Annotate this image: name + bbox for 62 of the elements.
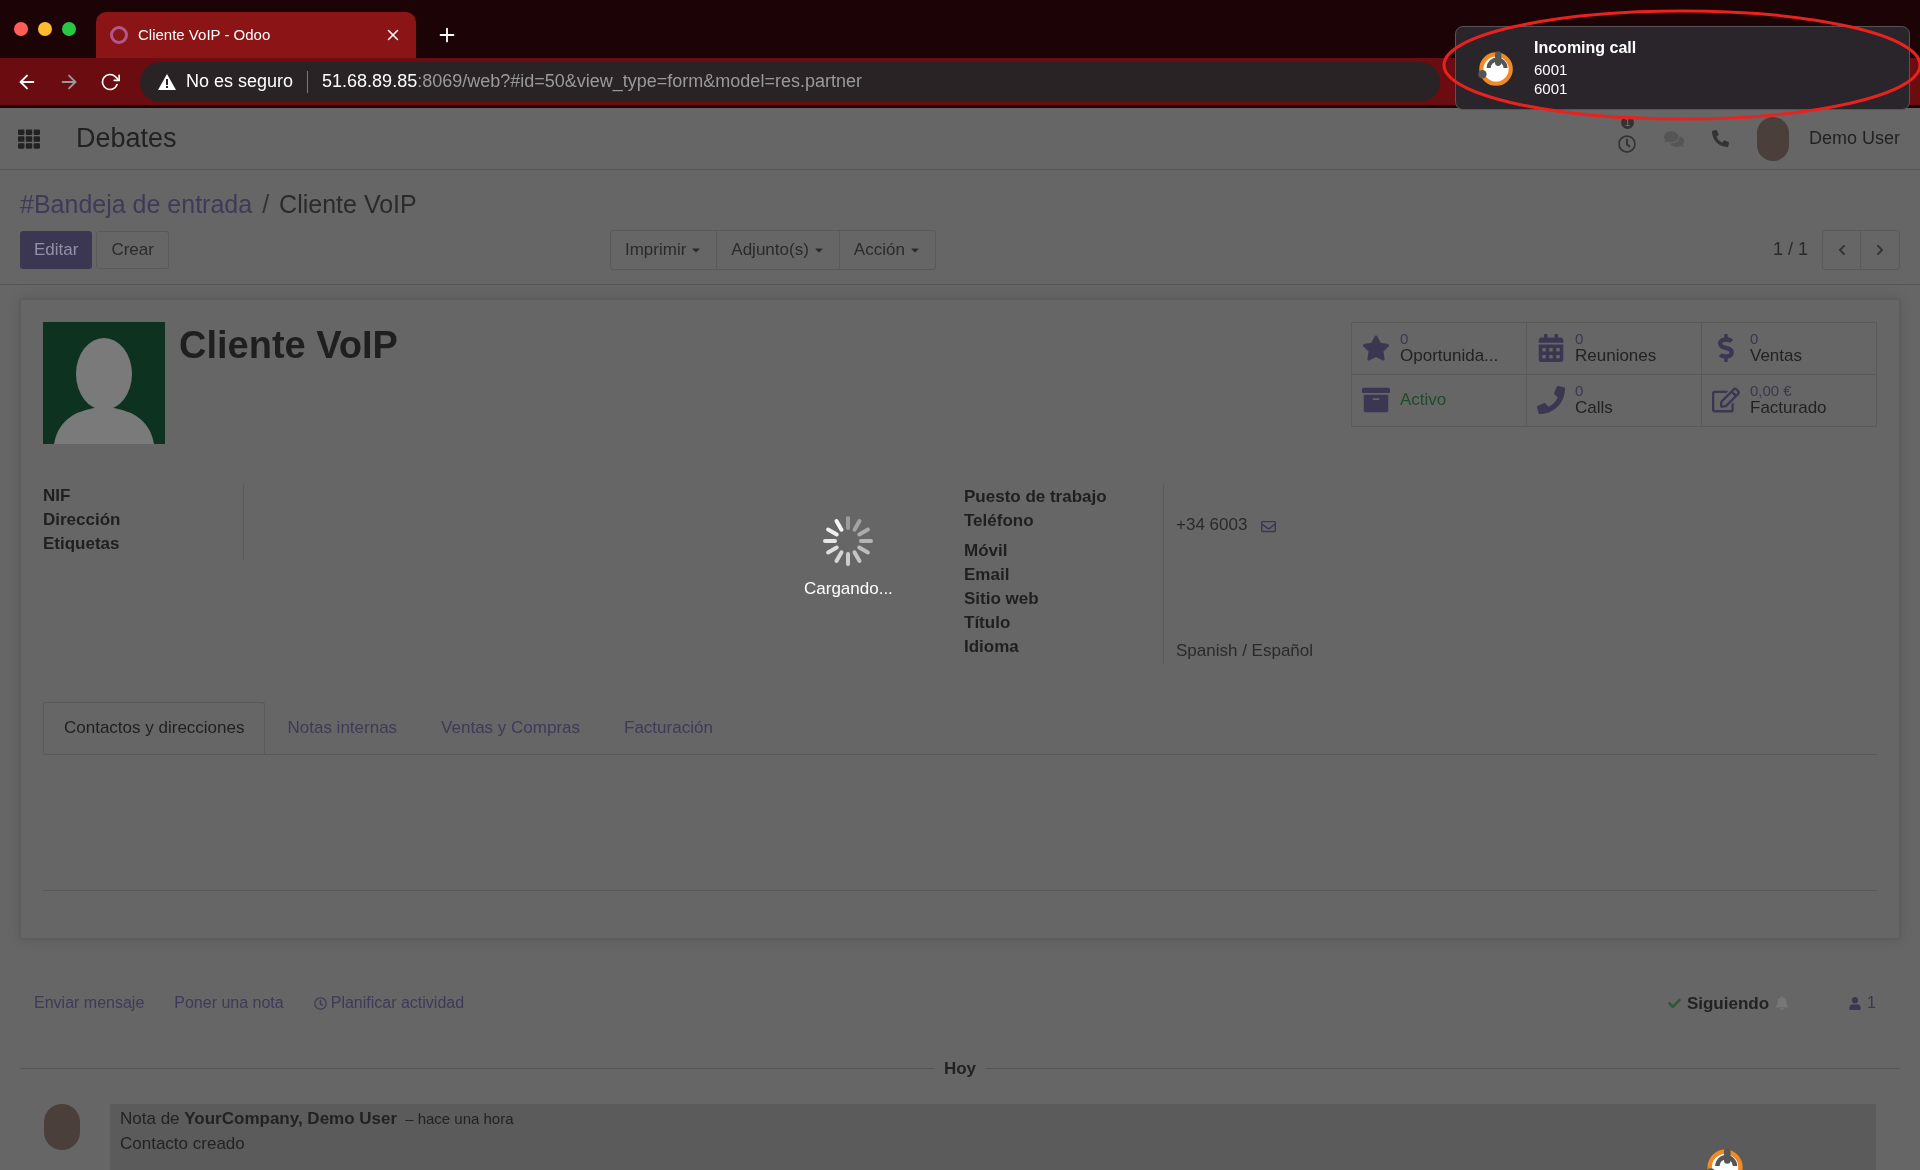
url-text: 51.68.89.85:8069/web?#id=50&view_type=form&model=res.partner (322, 70, 862, 94)
warning-icon (158, 73, 176, 90)
loading-text: Cargando... (804, 577, 893, 600)
field-label: Idioma (964, 635, 1020, 658)
app-title: Debates (76, 122, 177, 156)
email-icon[interactable] (1261, 518, 1277, 534)
breadcrumb-item: Cliente VoIP (279, 189, 417, 220)
date-separator: Hoy (943, 1058, 977, 1080)
followers-icon[interactable] (1849, 996, 1862, 1010)
smart-button[interactable]: Activo (1352, 374, 1527, 427)
security-label: No es seguro (186, 70, 294, 93)
check-icon (1667, 996, 1681, 1010)
field-value: +34 6003 (1176, 514, 1248, 536)
form-tab[interactable]: Contactos y direcciones (43, 701, 266, 754)
activity-clock-icon[interactable] (1617, 134, 1636, 153)
incoming-call-notification[interactable]: Incoming call 6001 6001 (1455, 26, 1910, 110)
user-name[interactable]: Demo User (1808, 125, 1900, 152)
caller-number: 6001 (1534, 79, 1569, 98)
maximize-window-icon[interactable] (62, 22, 76, 36)
field-value: Spanish / Español (1176, 640, 1314, 662)
app-menu-icon[interactable] (18, 127, 40, 150)
caller-number: 6001 (1534, 60, 1569, 79)
action-button[interactable]: Crear (96, 230, 169, 269)
smart-button-icon (1362, 386, 1390, 414)
following-status[interactable]: Siguiendo (1686, 990, 1770, 1016)
chevron-right-icon (1874, 243, 1886, 256)
close-window-icon[interactable] (14, 22, 28, 36)
message-author: Nota de YourCompany, Demo User (120, 1107, 398, 1130)
message-time: – hace una hora (405, 1108, 514, 1129)
phone-icon[interactable] (1711, 130, 1729, 147)
odoo-logo-icon (110, 26, 128, 44)
field-label: Email (964, 563, 1011, 586)
breadcrumb-separator: / (262, 189, 270, 220)
field-label: Etiquetas (43, 532, 121, 555)
action-button[interactable]: Editar (20, 230, 93, 269)
field-label: Puesto de trabajo (964, 485, 1108, 508)
field-label: NIF (43, 484, 72, 507)
notification-title: Incoming call (1534, 38, 1637, 57)
dropdown-button[interactable]: Imprimir (610, 230, 718, 269)
address-bar[interactable]: No es seguro 51.68.89.85:8069/web?#id=50&view_type=form&model=res.partner (140, 61, 1440, 102)
smart-button-icon (1537, 334, 1565, 362)
field-label: Móvil (964, 539, 1009, 562)
dropdown-button[interactable]: Acción (839, 230, 935, 269)
author-avatar (44, 1103, 80, 1150)
field-label: Dirección (43, 508, 122, 531)
minimize-window-icon[interactable] (38, 22, 52, 36)
smart-button-icon (1362, 334, 1390, 362)
field-label: Teléfono (964, 509, 1035, 532)
smart-button-icon (1537, 386, 1565, 414)
clock-icon (313, 996, 327, 1010)
loading-spinner-icon (821, 513, 876, 568)
browser-tab[interactable]: Cliente VoIP - Odoo (96, 12, 416, 58)
tab-title: Cliente VoIP - Odoo (138, 24, 271, 45)
field-label: Título (964, 611, 1012, 634)
message-body: Contacto creado (120, 1133, 245, 1155)
field-label: Sitio web (964, 587, 1040, 610)
user-avatar[interactable] (1756, 116, 1789, 161)
reload-icon[interactable] (100, 71, 120, 92)
smart-button-icon (1712, 386, 1740, 414)
contact-name: Cliente VoIP (179, 325, 398, 368)
pager-text: 1 / 1 (1772, 238, 1808, 261)
dropdown-button[interactable]: Adjunto(s) (717, 230, 840, 269)
